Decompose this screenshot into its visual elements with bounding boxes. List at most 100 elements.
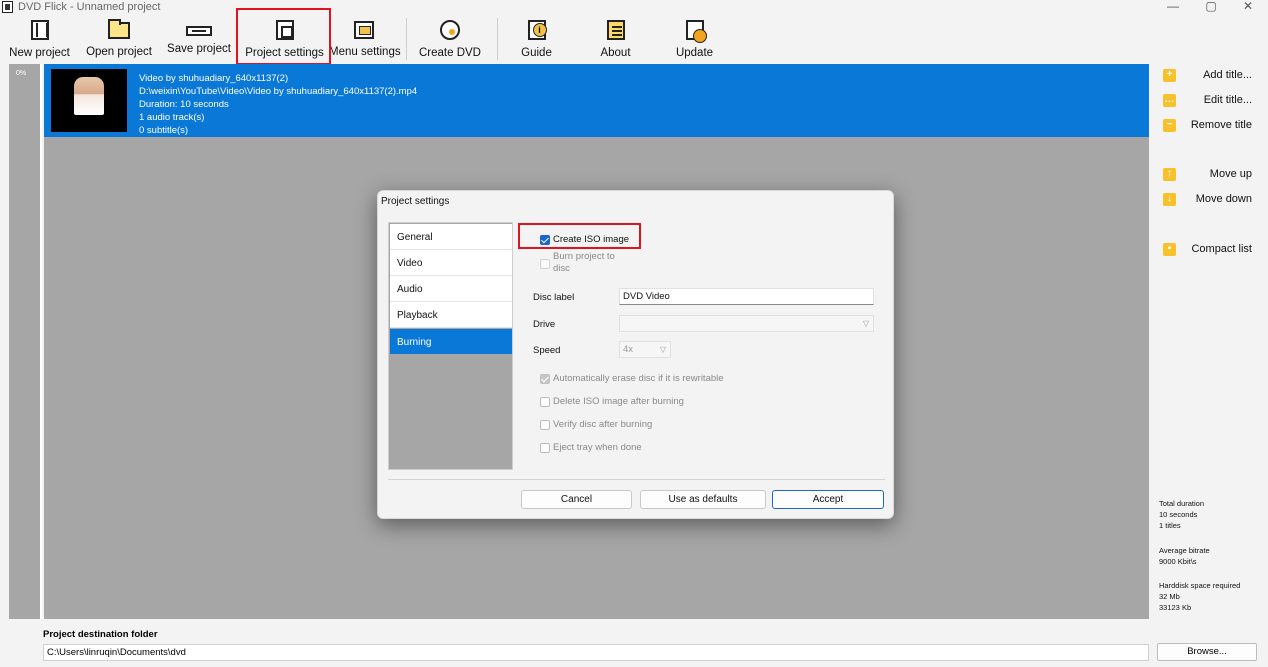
remove-title-label: Remove title [1190,119,1252,131]
move-up-button[interactable]: ↑ Move up [1163,165,1258,183]
burn-project-checkbox[interactable] [540,259,550,269]
highlight-project-settings [236,8,331,65]
highlight-create-iso [518,223,641,249]
nav-item-burning[interactable]: Burning [390,329,512,355]
save-project-button[interactable]: Save project [166,18,232,62]
bitrate-value: 9000 Kbit\s [1159,557,1197,566]
compact-list-icon: ▪ [1163,243,1176,256]
chevron-down-icon: ▽ [862,319,869,328]
burn-project-label: Burn project to disc [553,251,615,273]
disc-label-input[interactable]: DVD Video [619,288,874,305]
create-dvd-label: Create DVD [419,47,481,59]
disk-space-stats: Harddisk space required 32 Mb 33123 Kb [1159,580,1240,613]
add-title-button[interactable]: + Add title... [1163,66,1258,84]
menu-settings-button[interactable]: Menu settings [329,18,401,62]
project-settings-dialog: Project settings General Video Audio Pla… [377,190,894,519]
new-project-button[interactable]: New project [8,18,71,62]
add-title-label: Add title... [1203,69,1252,81]
compact-list-label: Compact list [1191,243,1252,255]
disk-drive-icon [186,26,212,36]
auto-erase-label: Automatically erase disc if it is rewrit… [553,373,724,384]
progress-label: 0% [16,70,27,77]
destination-folder-label: Project destination folder [43,629,158,640]
title-subtitles: 0 subtitle(s) [139,125,189,136]
toolbar-divider [406,18,407,60]
drive-select[interactable]: ▽ [619,315,874,332]
guide-button[interactable]: Guide [514,18,559,62]
cancel-button[interactable]: Cancel [521,490,632,509]
title-bar: DVD Flick - Unnamed project — ▢ ✕ [0,0,1268,15]
nav-empty-area [390,354,512,469]
nav-item-playback[interactable]: Playback [390,302,512,328]
arrow-up-icon: ↑ [1163,168,1176,181]
edit-title-label: Edit title... [1203,94,1252,106]
disk-space-mb: 32 Mb [1159,592,1180,601]
app-icon [2,1,13,13]
minimize-button[interactable]: — [1156,0,1190,14]
move-down-button[interactable]: ↓ Move down [1163,190,1258,208]
disk-space-label: Harddisk space required [1159,581,1241,590]
plus-icon: + [1163,69,1176,82]
thumbnail-image [74,77,104,115]
move-up-label: Move up [1209,168,1252,180]
dialog-divider [388,479,885,480]
dvd-disc-icon [440,20,460,40]
about-button[interactable]: About [593,18,638,62]
toolbar: New project Open project Save project Pr… [0,15,1268,62]
total-duration-label: Total duration [1159,499,1205,508]
remove-title-button[interactable]: − Remove title [1163,116,1258,134]
verify-disc-checkbox[interactable] [540,420,550,430]
nav-item-general[interactable]: General [390,224,512,250]
restore-button[interactable]: ▢ [1194,0,1228,14]
speed-label: Speed [533,345,561,356]
minus-icon: − [1163,119,1176,132]
auto-erase-checkbox[interactable] [540,374,550,384]
bitrate-stats: Average bitrate 9000 Kbit\s [1159,545,1210,567]
video-thumbnail [51,69,127,132]
title-audio-tracks: 1 audio track(s) [139,112,205,123]
accept-button[interactable]: Accept [772,490,884,509]
destination-folder-input[interactable]: C:\Users\linruqin\Documents\dvd [43,644,1149,661]
open-project-label: Open project [86,46,152,58]
compact-list-button[interactable]: ▪ Compact list [1163,240,1258,258]
close-button[interactable]: ✕ [1231,0,1265,14]
guide-label: Guide [521,47,552,59]
settings-nav: General Video Audio Playback Burning [388,222,513,470]
total-duration-stats: Total duration 10 seconds 1 titles [1159,498,1204,531]
update-button[interactable]: Update [672,18,717,62]
about-label: About [600,47,631,59]
edit-title-button[interactable]: … Edit title... [1163,91,1258,109]
title-info: Video by shuhuadiary_640x1137(2) D:\weix… [139,72,417,137]
use-as-defaults-button[interactable]: Use as defaults [640,490,766,509]
verify-disc-label: Verify disc after burning [553,419,653,430]
progress-strip: 0% [9,64,42,619]
disk-space-kb: 33123 Kb [1159,603,1192,612]
save-project-label: Save project [167,43,231,55]
film-icon [30,20,49,40]
move-down-label: Move down [1195,193,1252,205]
browse-button[interactable]: Browse... [1157,643,1257,661]
ellipsis-icon: … [1163,94,1176,107]
update-label: Update [675,47,714,59]
menu-settings-icon [354,21,374,39]
nav-item-audio[interactable]: Audio [390,276,512,302]
eject-tray-checkbox[interactable] [540,443,550,453]
title-name: Video by shuhuadiary_640x1137(2) [139,73,289,84]
title-list-item[interactable]: Video by shuhuadiary_640x1137(2) D:\weix… [44,64,1149,137]
menu-settings-label: Menu settings [329,46,401,58]
total-duration-value: 10 seconds [1159,510,1198,519]
drive-label: Drive [533,319,556,330]
delete-iso-label: Delete ISO image after burning [553,396,684,407]
folder-icon [108,19,130,39]
delete-iso-checkbox[interactable] [540,397,550,407]
new-project-label: New project [9,47,70,59]
create-dvd-button[interactable]: Create DVD [419,18,481,62]
nav-item-video[interactable]: Video [390,250,512,276]
speed-select[interactable]: 4x ▽ [619,341,671,358]
title-path: D:\weixin\YouTube\Video\Video by shuhuad… [139,86,418,97]
speed-value: 4x [623,344,634,355]
guide-icon [527,20,547,40]
open-project-button[interactable]: Open project [84,18,154,62]
bitrate-label: Average bitrate [1159,546,1210,555]
title-duration: Duration: 10 seconds [139,99,229,110]
